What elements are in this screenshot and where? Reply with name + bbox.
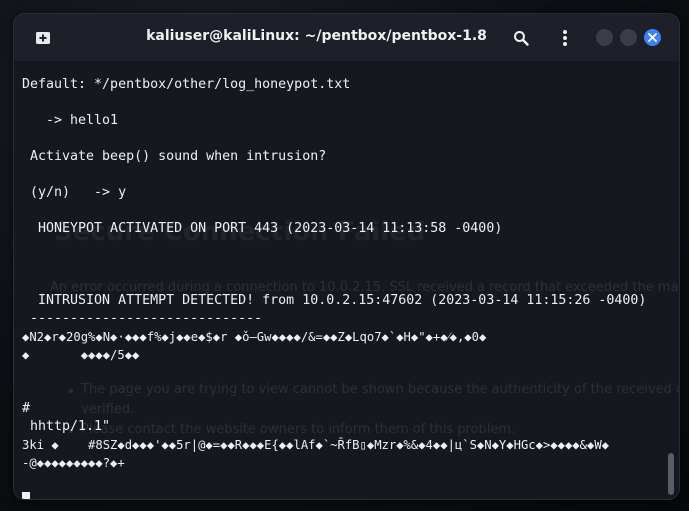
minimize-icon[interactable] xyxy=(596,29,613,46)
terminal-line: ◆ ◆◆◆◆/5◆◆ xyxy=(22,348,140,362)
vertical-ellipsis-icon[interactable] xyxy=(554,27,576,49)
terminal-line: ◆N2◆r◆20g%◆N◆·◆◆◆f%◆j◆◆e◆$◆r ◆ǒ–Gw◆◆◆◆/&… xyxy=(22,330,487,344)
background-bullet-1: The page you are trying to view cannot b… xyxy=(81,382,679,397)
terminal-line: -> hello1 xyxy=(22,113,119,128)
terminal-output[interactable]: Secure Connection Failed An error occurr… xyxy=(14,61,679,499)
terminal-window[interactable]: kaliuser@kaliLinux: ~/pentbox/pentbox-1.… xyxy=(13,13,680,500)
maximize-icon[interactable] xyxy=(620,29,637,46)
search-icon[interactable] xyxy=(510,27,532,49)
terminal-line: -@◆◆◆◆◆◆◆◆◆?◆+ xyxy=(22,456,125,470)
terminal-line: ----------------------------- xyxy=(22,311,263,326)
terminal-line: hhttp/1.1" xyxy=(22,419,111,434)
terminal-line: (y/n) -> y xyxy=(22,185,127,200)
bullet-dot xyxy=(69,389,73,393)
terminal-line: HONEYPOT ACTIVATED ON PORT 443 (2023-03-… xyxy=(22,221,503,236)
desktop-background: kaliuser@kaliLinux: ~/pentbox/pentbox-1.… xyxy=(0,0,689,511)
scrollbar[interactable] xyxy=(668,453,674,495)
new-tab-icon[interactable] xyxy=(32,27,54,49)
window-title: kaliuser@kaliLinux: ~/pentbox/pentbox-1.… xyxy=(146,28,487,44)
terminal-cursor xyxy=(22,492,30,499)
terminal-line: 3ki ◆ #8SZ◆d◆◆◆'◆◆5r|@◆=◆◆R◆◆◆E{◆◆lAf◆`~… xyxy=(22,438,609,452)
close-icon[interactable] xyxy=(644,29,661,46)
terminal-line: INTRUSION ATTEMPT DETECTED! from 10.0.2.… xyxy=(22,293,647,308)
terminal-line: Activate beep() sound when intrusion? xyxy=(22,149,327,164)
background-bullet-2: Please contact the website owners to inf… xyxy=(81,422,516,437)
terminal-line: Default: */pentbox/other/log_honeypot.tx… xyxy=(22,77,351,92)
terminal-line: # xyxy=(22,401,31,416)
background-bullet-1-cont: verified. xyxy=(81,402,135,417)
title-bar[interactable]: kaliuser@kaliLinux: ~/pentbox/pentbox-1.… xyxy=(14,14,679,61)
